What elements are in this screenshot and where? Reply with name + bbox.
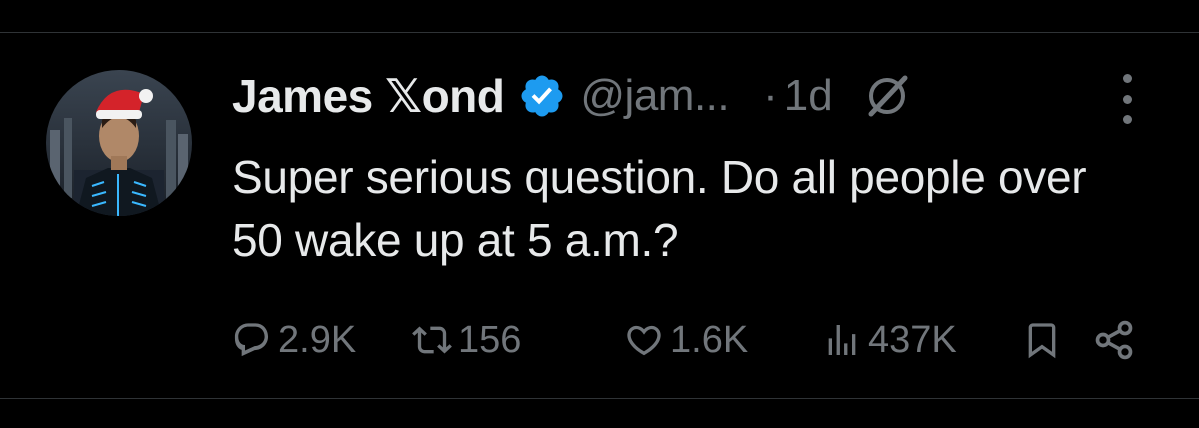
bookmark-button[interactable] <box>1022 314 1068 366</box>
repost-icon <box>412 320 452 360</box>
views-count: 437K <box>868 318 957 361</box>
like-icon <box>624 320 664 360</box>
avatar[interactable] <box>46 70 192 216</box>
like-button[interactable]: 1.6K <box>624 314 748 366</box>
reply-button[interactable]: 2.9K <box>232 314 356 366</box>
verified-badge-icon <box>518 72 566 120</box>
more-options-icon[interactable] <box>1112 74 1142 124</box>
separator-dot: · <box>763 71 778 120</box>
reply-count: 2.9K <box>278 318 357 361</box>
repost-count: 156 <box>458 318 522 361</box>
grok-icon[interactable] <box>863 72 911 120</box>
author-name[interactable]: James 𝕏ond <box>232 69 505 123</box>
share-button[interactable] <box>1092 314 1142 366</box>
repost-button[interactable]: 156 <box>412 314 521 366</box>
bottom-divider <box>0 398 1199 399</box>
reply-icon <box>232 320 272 360</box>
tweet-timestamp[interactable]: 1d <box>784 71 833 121</box>
views-button[interactable]: 437K <box>822 314 957 366</box>
views-icon <box>822 320 862 360</box>
top-divider <box>0 32 1199 33</box>
tweet-header: James 𝕏ond @jam... · 1d <box>232 66 1152 126</box>
like-count: 1.6K <box>670 318 749 361</box>
author-handle[interactable]: @jam... <box>580 71 729 121</box>
tweet-text: Super serious question. Do all people ov… <box>232 151 1087 266</box>
share-icon <box>1092 318 1136 362</box>
bookmark-icon <box>1022 320 1062 360</box>
